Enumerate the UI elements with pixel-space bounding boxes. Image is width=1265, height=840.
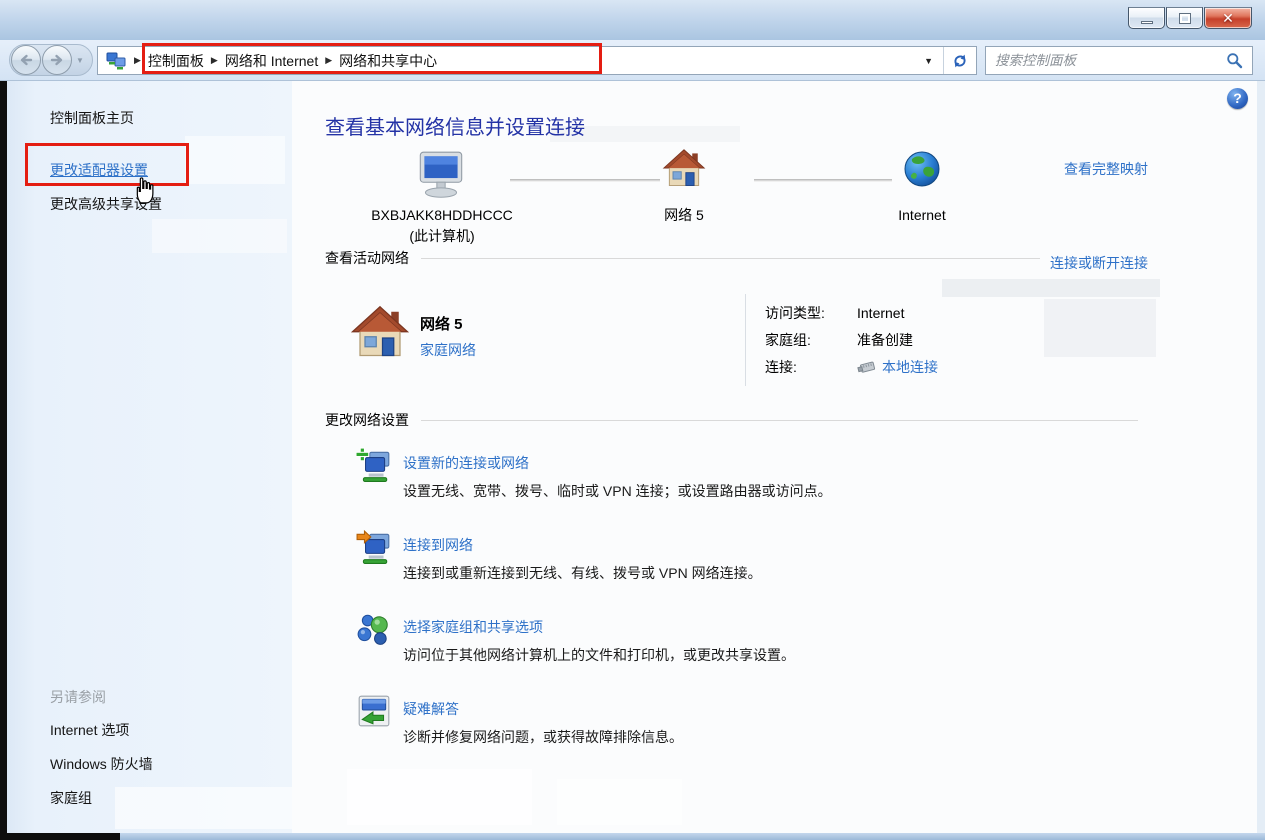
network-center-icon [105, 51, 127, 71]
forward-button[interactable] [42, 45, 72, 75]
troubleshoot-link[interactable]: 疑难解答 [403, 699, 459, 719]
annotation-box-adapter-settings [25, 143, 189, 186]
computer-name-label: BXBJAKK8HDDHCCC [347, 205, 537, 226]
ghost-artifact [1044, 299, 1156, 357]
help-button[interactable]: ? [1227, 88, 1248, 109]
homegroup-sharing-icon[interactable] [356, 611, 392, 647]
homegroup-sharing-link[interactable]: 选择家庭组和共享选项 [403, 617, 543, 637]
connect-to-network-icon[interactable] [356, 529, 392, 565]
ghost-artifact [557, 779, 682, 825]
setup-new-connection-link[interactable]: 设置新的连接或网络 [403, 453, 529, 473]
search-input[interactable] [986, 53, 1226, 68]
troubleshoot-desc: 诊断并修复网络问题，或获得故障排除信息。 [403, 727, 683, 747]
computer-map-icon[interactable] [412, 147, 470, 205]
refresh-icon [952, 53, 968, 69]
ghost-artifact [942, 279, 1160, 297]
network-type-link[interactable]: 家庭网络 [420, 340, 476, 360]
sidebar-item-windows-firewall[interactable]: Windows 防火墙 [50, 754, 153, 774]
help-icon: ? [1233, 90, 1242, 106]
ghost-artifact [347, 769, 532, 825]
access-type-label: 访问类型: [765, 303, 857, 323]
sidebar-item-control-panel-home[interactable]: 控制面板主页 [50, 108, 134, 128]
change-network-settings-label: 更改网络设置 [325, 410, 409, 430]
window-controls: ✕ [1127, 7, 1252, 29]
mouse-cursor-hand [133, 174, 159, 204]
back-arrow-icon [17, 51, 35, 69]
see-also-heading: 另请参阅 [50, 687, 106, 707]
screen: { "window": { "controls": { "minimize": … [0, 0, 1265, 840]
active-networks-label: 查看活动网络 [325, 248, 409, 268]
refresh-button[interactable] [944, 47, 976, 74]
window-right-frame [1257, 81, 1265, 833]
active-network-house-icon[interactable] [350, 303, 410, 363]
active-network-divider [745, 294, 746, 386]
homegroup-sharing-desc: 访问位于其他网络计算机上的文件和打印机，或更改共享设置。 [403, 645, 795, 665]
maximize-icon [1180, 14, 1190, 23]
homegroup-ready-link[interactable]: 准备创建 [857, 330, 913, 350]
network-map-label: 网络 5 [634, 205, 734, 226]
computer-sub-label: (此计算机) [347, 226, 537, 247]
ghost-artifact [115, 787, 315, 829]
connections-label: 连接: [765, 357, 857, 377]
address-dropdown-icon[interactable]: ▼ [914, 56, 943, 66]
section-divider [421, 420, 1138, 421]
forward-arrow-icon [48, 51, 66, 69]
view-full-map-link[interactable]: 查看完整映射 [1030, 159, 1148, 179]
setup-new-connection-desc: 设置无线、宽带、拨号、临时或 VPN 连接；或设置路由器或访问点。 [403, 481, 832, 501]
page-title: 查看基本网络信息并设置连接 [325, 111, 585, 140]
sidebar-item-internet-options[interactable]: Internet 选项 [50, 720, 129, 740]
access-type-value: Internet [857, 305, 904, 321]
title-bar [0, 0, 1265, 40]
recent-pages-dropdown[interactable]: ▼ [76, 56, 84, 65]
close-button[interactable]: ✕ [1204, 7, 1252, 29]
active-network-name: 网络 5 [420, 313, 463, 334]
annotation-box-breadcrumb [142, 43, 602, 74]
ghost-artifact [152, 219, 287, 253]
connect-to-network-desc: 连接到或重新连接到无线、有线、拨号或 VPN 网络连接。 [403, 563, 762, 583]
back-button[interactable] [11, 45, 41, 75]
troubleshoot-icon[interactable] [356, 693, 392, 729]
window-left-frame [0, 81, 7, 840]
network-map-icon[interactable] [662, 147, 706, 191]
maximize-button[interactable] [1166, 7, 1203, 29]
connect-disconnect-link[interactable]: 连接或断开连接 [1050, 253, 1148, 273]
map-connector-line [510, 179, 660, 182]
homegroup-label: 家庭组: [765, 330, 857, 350]
internet-map-label: Internet [872, 205, 972, 226]
connect-to-network-link[interactable]: 连接到网络 [403, 535, 473, 555]
window-bottom-frame [0, 833, 1265, 840]
map-connector-line [754, 179, 892, 182]
search-icon[interactable] [1226, 52, 1243, 69]
local-connection-link[interactable]: 本地连接 [882, 357, 938, 377]
close-icon: ✕ [1222, 8, 1234, 28]
minimize-button[interactable] [1128, 7, 1165, 29]
sidebar-item-homegroup[interactable]: 家庭组 [50, 788, 92, 808]
setup-new-connection-icon[interactable] [356, 447, 392, 483]
search-box [985, 46, 1253, 75]
section-divider [421, 258, 1040, 259]
internet-map-icon[interactable] [902, 149, 942, 189]
minimize-icon [1141, 21, 1153, 24]
ethernet-icon [857, 360, 877, 374]
window-bottom-frame-dark [0, 833, 120, 840]
ghost-artifact [185, 136, 285, 184]
main-pane: 查看基本网络信息并设置连接 BXBJAKK8HDDHCCC (此计算机) 网络 … [292, 81, 1257, 833]
